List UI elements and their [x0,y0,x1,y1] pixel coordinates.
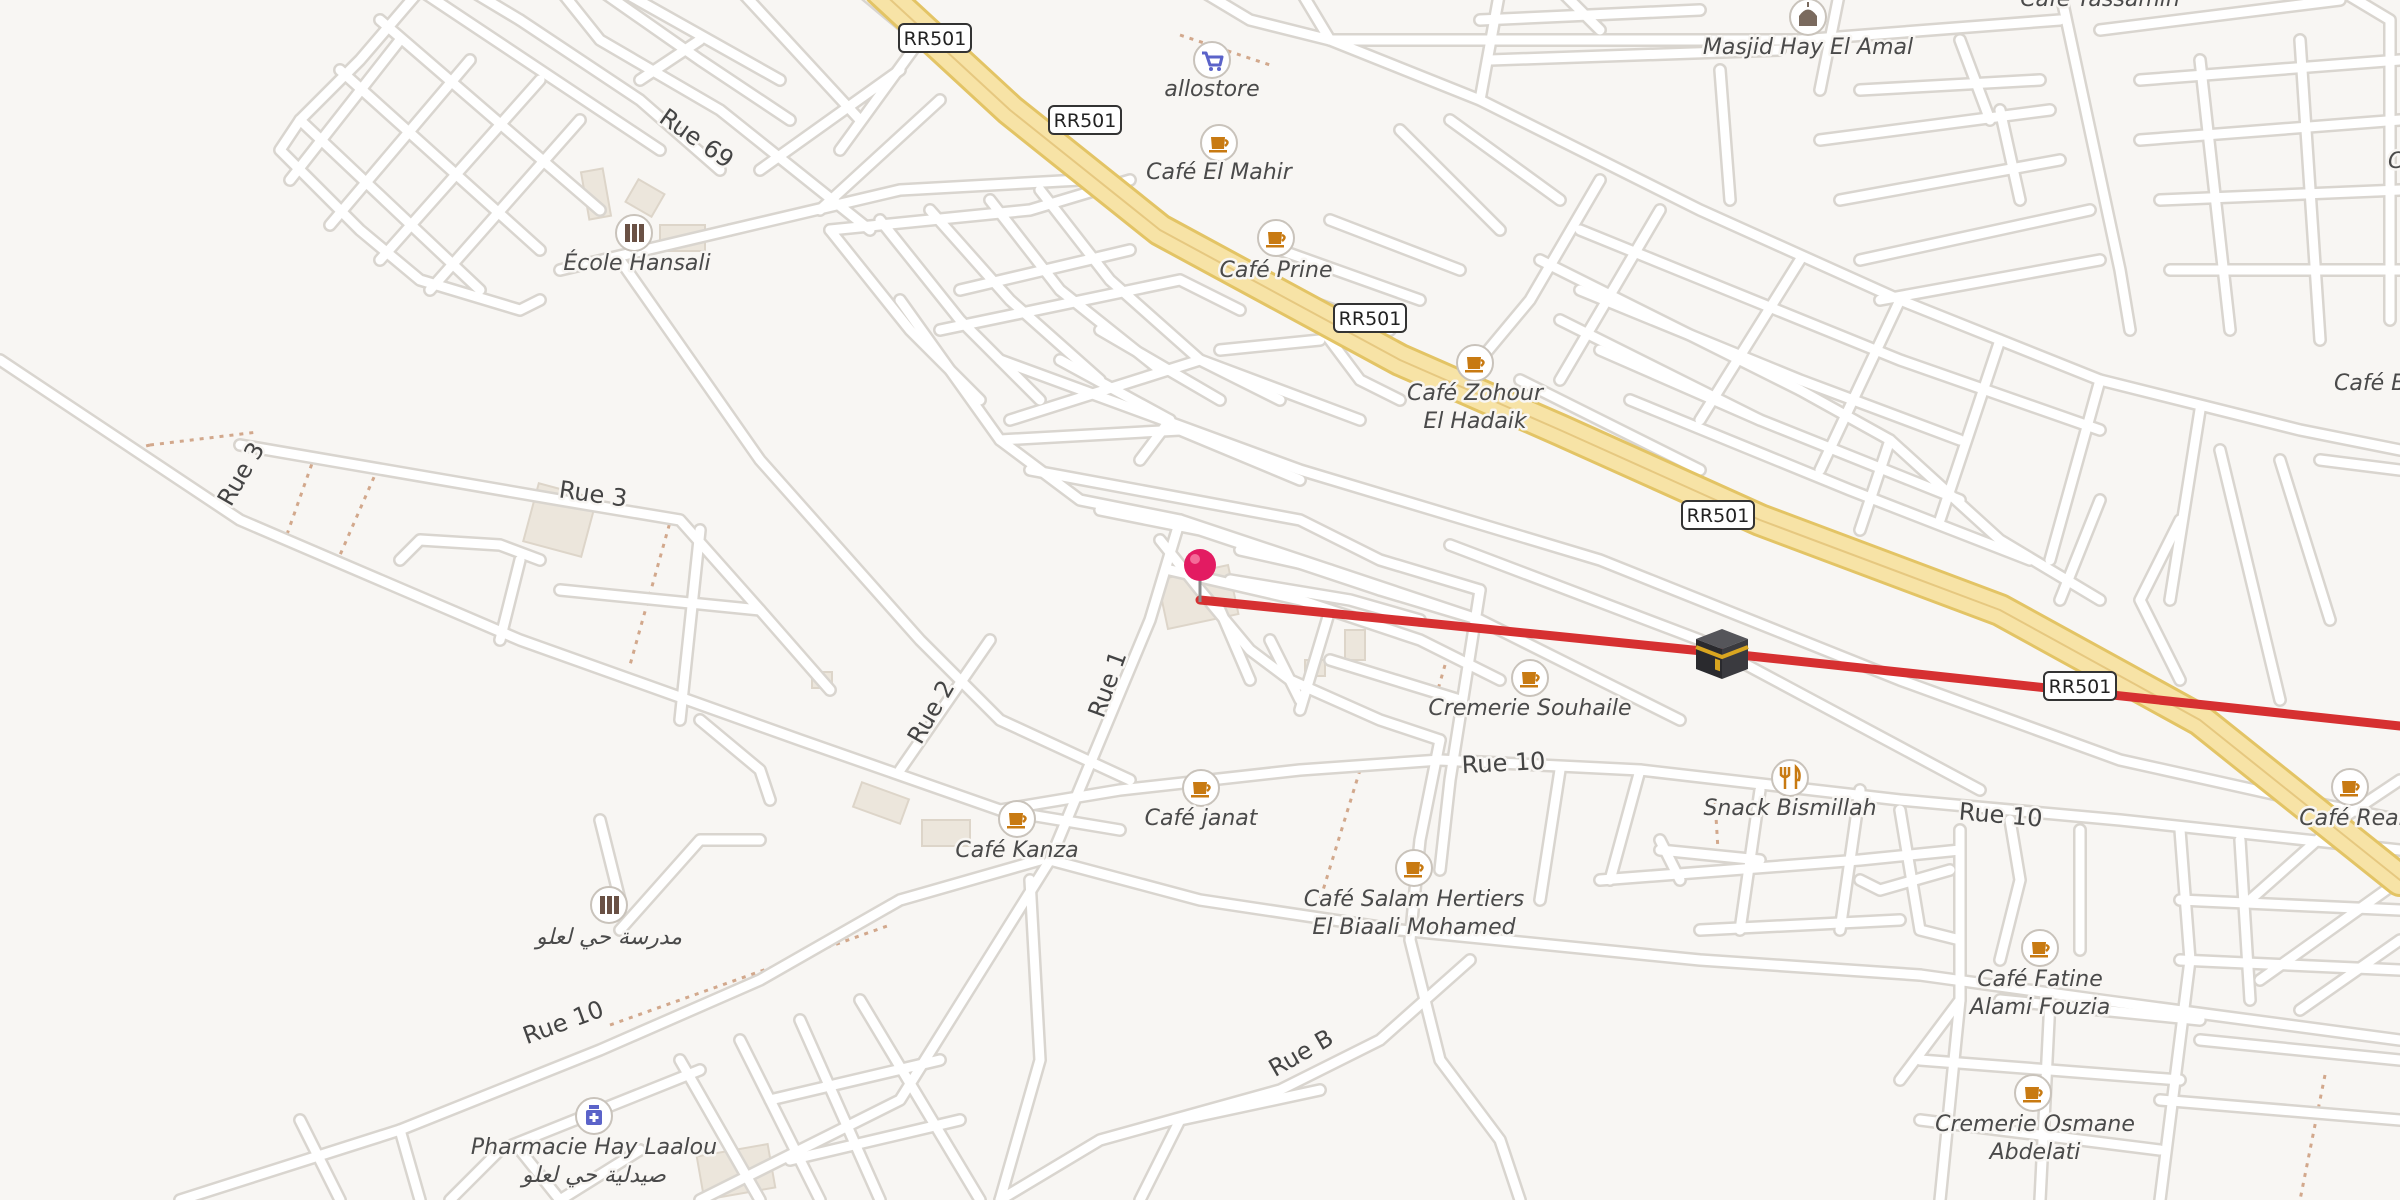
label-edge-c: C [2388,149,2400,174]
svg-text:Café El Mahir: Café El Mahir [1146,160,1294,185]
coffee-cup-icon [998,800,1036,838]
school-icon [590,886,628,924]
route-shield: RR501 [1048,105,1122,135]
pharmacy-icon [575,1097,613,1135]
svg-text:Café Real: Café Real [2299,806,2400,831]
poi-madrasa-hay-laalou[interactable]: مدرسة حي لعلو [530,886,685,953]
svg-text:Cremerie Souhaile: Cremerie Souhaile [1428,696,1631,721]
svg-text:RR501: RR501 [2049,676,2112,698]
poi-cremerie-osmane[interactable]: Cremerie Osmane Abdelati [1933,1074,2137,1168]
svg-text:مدرسة حي لعلو: مدرسة حي لعلو [533,925,682,950]
mosque-icon [1789,0,1827,36]
coffee-cup-icon [1257,219,1295,257]
svg-text:RR501: RR501 [1687,505,1750,527]
poi-allostore[interactable]: allostore [1162,41,1262,105]
svg-text:Café janat: Café janat [1145,806,1259,831]
poi-pharmacie-hay-laalou[interactable]: Pharmacie Hay Laalou صيدلية حي لعلو [468,1097,720,1191]
svg-text:Café Fatine: Café Fatine [1977,967,2102,992]
street-label-rue-10: Rue 10 [519,995,607,1050]
svg-text:RR501: RR501 [1054,110,1117,132]
svg-text:Pharmacie Hay Laalou: Pharmacie Hay Laalou [471,1135,717,1160]
svg-text:RR501: RR501 [1339,308,1402,330]
route-shield: RR501 [1333,303,1407,333]
svg-text:École Hansali: École Hansali [563,250,710,276]
coffee-cup-icon [1511,659,1549,697]
qibla-direction-line [1195,595,2400,731]
map-view[interactable]: RR501 RR501 RR501 RR501 RR501 Rue 69 Rue… [0,0,2400,1200]
label-cafe-tassamin: Café Tassamin [2020,0,2180,12]
school-icon [615,214,653,252]
poi-cafe-el-mahir[interactable]: Café El Mahir [1144,124,1296,188]
svg-text:Café Salam Hertiers: Café Salam Hertiers [1304,887,1524,912]
coffee-cup-icon [2014,1074,2052,1112]
route-shield: RR501 [898,23,972,53]
coffee-cup-icon [2331,768,2369,806]
svg-text:allostore: allostore [1164,77,1259,102]
map-canvas[interactable]: RR501 RR501 RR501 RR501 RR501 Rue 69 Rue… [0,0,2400,1200]
label-cafe-be: Café Be [2334,371,2400,396]
coffee-cup-icon [1395,849,1433,887]
poi-cafe-prine[interactable]: Café Prine [1217,219,1335,286]
street-label-rue-10: Rue 10 [1958,797,2044,832]
street-label-rue-10: Rue 10 [1461,747,1546,779]
svg-text:Café Prine: Café Prine [1219,258,1332,283]
street-label-rue-2: Rue 2 [902,675,960,748]
kaaba-icon[interactable] [1695,629,1749,679]
svg-text:RR501: RR501 [904,28,967,50]
svg-text:Café Zohour: Café Zohour [1407,381,1545,406]
svg-text:Abdelati: Abdelati [1988,1140,2081,1165]
route-shield: RR501 [1681,500,1755,530]
svg-text:Masjid Hay El Amal: Masjid Hay El Amal [1703,35,1913,60]
svg-text:Alami Fouzia: Alami Fouzia [1968,995,2110,1020]
svg-text:صيدلية حي لعلو: صيدلية حي لعلو [519,1163,666,1188]
poi-cafe-salam-hertiers[interactable]: Café Salam Hertiers El Biaali Mohamed [1301,849,1527,943]
svg-text:Café Kanza: Café Kanza [955,838,1078,863]
svg-text:El Hadaik: El Hadaik [1423,409,1528,434]
coffee-cup-icon [2021,929,2059,967]
coffee-cup-icon [1182,769,1220,807]
svg-text:Snack Bismillah: Snack Bismillah [1703,796,1876,821]
street-label-rue-3: Rue 3 [212,437,270,510]
svg-text:Cremerie Osmane: Cremerie Osmane [1935,1112,2135,1137]
fork-knife-icon [1771,759,1809,797]
route-shield: RR501 [2043,671,2117,701]
poi-cafe-fatine[interactable]: Café Fatine Alami Fouzia [1965,929,2113,1023]
svg-text:El Biaali Mohamed: El Biaali Mohamed [1312,915,1516,940]
coffee-cup-icon [1200,124,1238,162]
coffee-cup-icon [1456,344,1494,382]
shopping-cart-icon [1193,41,1231,79]
